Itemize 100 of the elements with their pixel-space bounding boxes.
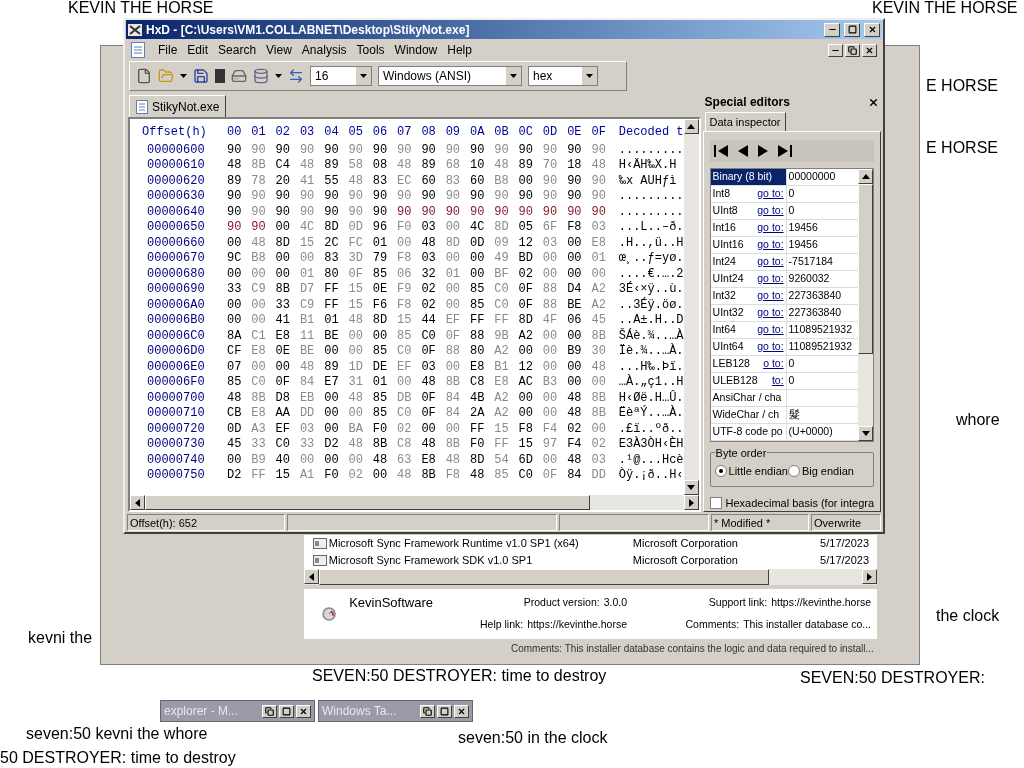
- hex-byte[interactable]: 90: [227, 140, 252, 159]
- close-button[interactable]: [864, 22, 880, 37]
- hex-byte[interactable]: DD: [591, 466, 616, 485]
- scroll-left-button[interactable]: [304, 569, 319, 584]
- hex-byte[interactable]: 90: [299, 140, 325, 159]
- vertical-scrollbar[interactable]: [683, 119, 699, 495]
- go-to-link[interactable]: go to:: [757, 203, 784, 219]
- hex-byte[interactable]: 84: [567, 466, 592, 485]
- charset-select[interactable]: Windows (ANSI): [378, 66, 522, 86]
- hex-byte[interactable]: 90: [494, 140, 519, 159]
- memory-icon[interactable]: [253, 68, 269, 84]
- hex-byte[interactable]: 90: [421, 140, 446, 159]
- hex-byte[interactable]: 90: [251, 140, 276, 159]
- save-icon[interactable]: [193, 68, 209, 84]
- go-to-link[interactable]: go to:: [757, 254, 784, 270]
- hex-byte[interactable]: 90: [397, 140, 422, 159]
- menu-item[interactable]: Window: [389, 41, 443, 59]
- hex-byte[interactable]: 00: [372, 466, 398, 485]
- go-to-link[interactable]: go to:: [757, 237, 784, 253]
- scrollbar-thumb[interactable]: [319, 569, 769, 585]
- maximize-button[interactable]: [279, 704, 294, 718]
- scroll-left-button[interactable]: [130, 495, 145, 510]
- menu-item[interactable]: Tools: [351, 41, 390, 59]
- type-label[interactable]: Int32: [712, 288, 736, 304]
- go-to-link[interactable]: to:: [771, 373, 784, 389]
- hex-byte[interactable]: 15: [275, 466, 300, 485]
- next-icon[interactable]: [757, 145, 768, 157]
- hex-byte[interactable]: 90: [372, 140, 398, 159]
- width-icon[interactable]: [288, 68, 304, 84]
- menu-item[interactable]: File: [153, 41, 183, 59]
- hex-byte[interactable]: 90: [324, 140, 349, 159]
- hex-byte[interactable]: F0: [324, 466, 349, 485]
- type-label[interactable]: Int8: [712, 186, 731, 202]
- close-button[interactable]: [296, 704, 311, 718]
- hex-byte[interactable]: 48: [397, 466, 422, 485]
- go-to-link[interactable]: go to:: [757, 220, 784, 236]
- new-file-icon[interactable]: [136, 68, 152, 84]
- restore-button[interactable]: [845, 43, 860, 57]
- bytes-per-row-select[interactable]: 16: [310, 66, 372, 86]
- menu-item[interactable]: View: [261, 41, 297, 59]
- maximize-button[interactable]: [844, 22, 860, 37]
- close-button[interactable]: [454, 704, 469, 718]
- hex-byte[interactable]: 48: [469, 466, 495, 485]
- display-select[interactable]: hex: [528, 66, 598, 86]
- hex-byte[interactable]: 90: [542, 140, 568, 159]
- hex-byte[interactable]: 90: [469, 140, 495, 159]
- scrollbar-thumb[interactable]: [145, 495, 590, 510]
- first-icon[interactable]: [713, 145, 728, 157]
- checkbox-option[interactable]: Hexadecimal basis (for integra: [709, 494, 875, 511]
- go-to-link[interactable]: go to:: [757, 186, 784, 202]
- type-label[interactable]: UInt8: [712, 203, 738, 219]
- hex-byte[interactable]: D2: [227, 466, 252, 485]
- go-to-link[interactable]: go to:: [757, 339, 784, 355]
- minimize-button[interactable]: [828, 43, 843, 57]
- previous-icon[interactable]: [737, 145, 748, 157]
- type-label[interactable]: Int24: [712, 254, 736, 270]
- close-icon[interactable]: [868, 96, 880, 108]
- go-to-link[interactable]: o to:: [763, 356, 784, 372]
- hex-byte[interactable]: 02: [348, 466, 373, 485]
- type-label[interactable]: UInt16: [712, 237, 744, 253]
- type-label[interactable]: Int16: [712, 220, 736, 236]
- hex-byte[interactable]: 8B: [421, 466, 446, 485]
- hex-byte[interactable]: C0: [518, 466, 543, 485]
- dropdown-arrow-icon[interactable]: [180, 74, 187, 78]
- dropdown-arrow-icon[interactable]: [275, 74, 282, 78]
- scroll-right-button[interactable]: [683, 495, 699, 510]
- hex-byte[interactable]: 90: [348, 140, 373, 159]
- drive-icon[interactable]: [231, 68, 247, 84]
- restore-button[interactable]: [420, 704, 435, 718]
- close-button[interactable]: [862, 43, 877, 57]
- hex-byte[interactable]: 0F: [542, 466, 568, 485]
- type-label[interactable]: Int64: [712, 322, 736, 338]
- restore-button[interactable]: [262, 704, 277, 718]
- scroll-down-button[interactable]: [858, 426, 874, 441]
- menu-item[interactable]: Help: [442, 41, 477, 59]
- menu-item[interactable]: Search: [213, 41, 262, 59]
- maximize-button[interactable]: [437, 704, 452, 718]
- hex-byte[interactable]: 90: [518, 140, 543, 159]
- scroll-up-button[interactable]: [858, 169, 874, 184]
- go-to-link[interactable]: go to:: [757, 322, 784, 338]
- radio-option[interactable]: Big endian: [787, 463, 854, 480]
- last-icon[interactable]: [777, 145, 792, 157]
- hex-byte[interactable]: 90: [275, 140, 300, 159]
- type-label[interactable]: ULEB128: [712, 373, 758, 389]
- hex-byte[interactable]: 90: [445, 140, 470, 159]
- scroll-up-button[interactable]: [683, 119, 699, 134]
- type-label[interactable]: WideChar / ch: [712, 407, 780, 423]
- menu-item[interactable]: Edit: [182, 41, 214, 59]
- radio-option[interactable]: Little endian: [714, 463, 788, 480]
- type-label[interactable]: AnsiChar / cha: [712, 390, 782, 406]
- hex-byte[interactable]: 90: [567, 140, 592, 159]
- type-label[interactable]: UInt64: [712, 339, 744, 355]
- inspector-tab[interactable]: Data inspector: [704, 112, 786, 131]
- hex-byte[interactable]: 90: [591, 140, 616, 159]
- go-to-link[interactable]: go to:: [757, 271, 784, 287]
- minimize-button[interactable]: [824, 22, 840, 37]
- go-to-link[interactable]: go to:: [757, 288, 784, 304]
- scroll-right-button[interactable]: [862, 569, 877, 584]
- type-label[interactable]: LEB128: [712, 356, 750, 372]
- vertical-scrollbar[interactable]: [858, 169, 874, 441]
